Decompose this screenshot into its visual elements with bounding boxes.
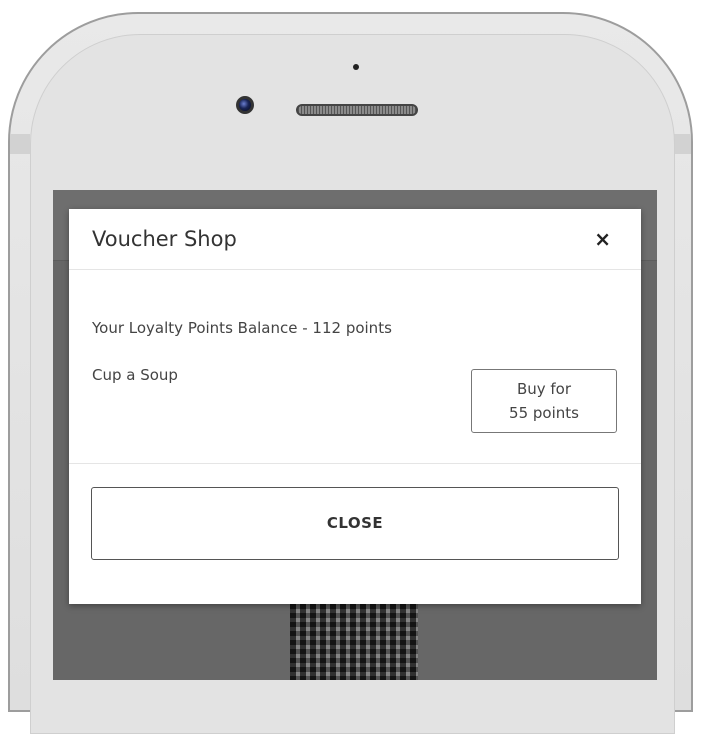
- modal-body: Your Loyalty Points Balance - 112 points…: [69, 270, 641, 464]
- front-camera-icon: [236, 96, 254, 114]
- earpiece-speaker-icon: [296, 104, 418, 116]
- proximity-sensor: [353, 64, 359, 70]
- phone-side-shade-left: [10, 134, 30, 154]
- modal-footer: CLOSE: [69, 464, 641, 604]
- voucher-name: Cup a Soup: [92, 366, 178, 384]
- loyalty-balance-text: Your Loyalty Points Balance - 112 points: [92, 319, 392, 337]
- close-button[interactable]: CLOSE: [91, 487, 619, 560]
- modal-title: Voucher Shop: [92, 227, 237, 251]
- close-x-icon[interactable]: ×: [594, 227, 611, 251]
- buy-button-line1: Buy for: [516, 380, 572, 398]
- buy-button-line2: 55 points: [509, 404, 579, 422]
- buy-voucher-button[interactable]: Buy for 55 points: [471, 369, 617, 433]
- qr-code-image: [290, 600, 418, 680]
- modal-header: Voucher Shop ×: [69, 209, 641, 270]
- voucher-shop-modal: Voucher Shop × Your Loyalty Points Balan…: [69, 209, 641, 604]
